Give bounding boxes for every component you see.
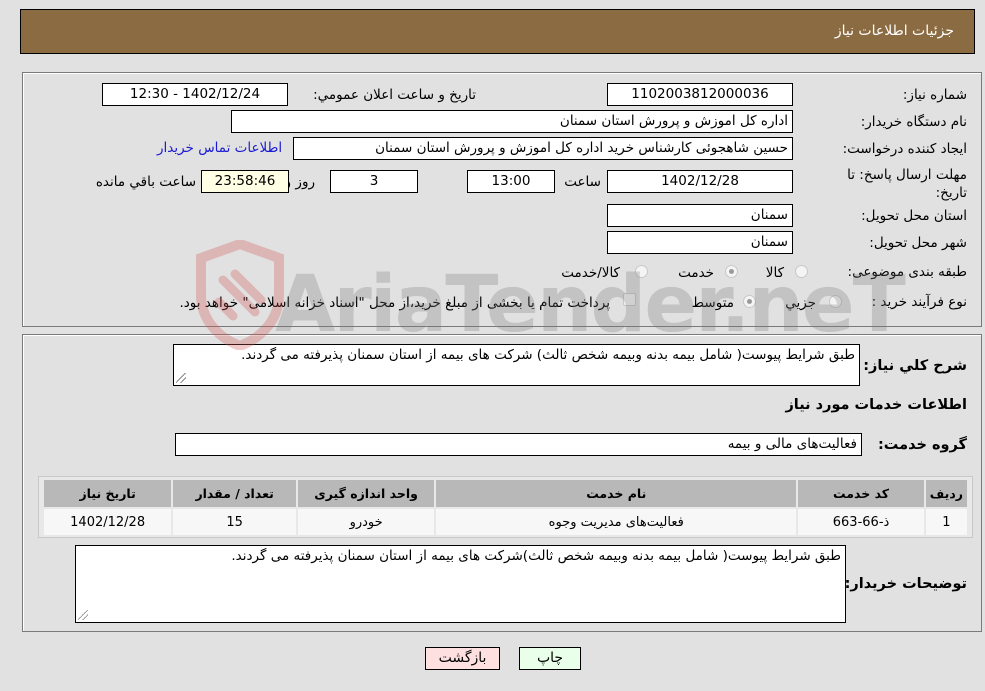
summary-label: شرح کلي نياز: — [863, 358, 967, 374]
cell-service-name: فعالیت‌های مدیریت وجوه — [436, 509, 797, 535]
col-header-need-date: تاريخ نياز — [44, 480, 172, 509]
creator-field[interactable]: حسین شاهجوئی کارشناس خرید اداره کل اموزش… — [293, 137, 793, 160]
days-remaining-field[interactable]: 3 — [330, 170, 418, 193]
service-group-label: گروه خدمت: — [877, 437, 967, 453]
col-header-service-code: کد خدمت — [798, 480, 924, 509]
process-option-minor: جزيي — [785, 295, 816, 311]
category-label: طبقه بندی موضوعی: — [847, 264, 967, 280]
announce-label: تاريخ و ساعت اعلان عمومي: — [313, 87, 476, 103]
process-option-medium: متوسط — [691, 295, 734, 311]
announce-field[interactable]: 1402/12/24 - 12:30 — [102, 83, 288, 106]
deadline-time-field[interactable]: 13:00 — [467, 170, 555, 193]
city-field[interactable]: سمنان — [607, 231, 793, 254]
page-header: جزئیات اطلاعات نیاز — [20, 9, 975, 54]
buyer-contact-link[interactable]: اطلاعات تماس خريدار — [157, 140, 282, 156]
buyer-notes-label: توضيحات خريدار: — [844, 576, 967, 592]
category-option-goods: کالا — [765, 265, 784, 281]
resize-grip-icon[interactable] — [176, 373, 186, 383]
remaining-time-field[interactable]: 23:58:46 — [201, 170, 289, 193]
cell-need-date: 1402/12/28 — [44, 509, 172, 535]
col-header-service-name: نام خدمت — [436, 480, 797, 509]
creator-label: ايجاد کننده درخواست: — [842, 141, 967, 157]
col-header-quantity: تعداد / مقدار — [173, 480, 297, 509]
treasury-payment-checkbox[interactable] — [623, 293, 636, 306]
need-number-label: شماره نیاز: — [902, 87, 967, 103]
table-row: 1 ذ-66-663 فعالیت‌های مدیریت وجوه خودرو … — [44, 509, 967, 535]
category-radio-service[interactable] — [725, 265, 738, 278]
print-button[interactable]: چاپ — [519, 647, 581, 670]
remaining-time-label: ساعت باقي مانده — [95, 174, 196, 190]
cell-quantity: 15 — [173, 509, 297, 535]
buyer-notes-textarea[interactable]: طبق شرایط پیوست( شامل بیمه بدنه وبیمه شخ… — [75, 545, 846, 623]
treasury-payment-note: پرداخت تمام يا بخشی از مبلغ خريد،از محل … — [179, 295, 610, 311]
city-label: شهر محل تحويل: — [869, 235, 967, 251]
cell-service-code: ذ-66-663 — [798, 509, 924, 535]
buyer-org-field[interactable]: اداره کل اموزش و پرورش استان سمنان — [231, 110, 793, 133]
cell-unit: خودرو — [298, 509, 435, 535]
services-table: رديف کد خدمت نام خدمت واحد اندازه گيری ت… — [42, 480, 969, 535]
services-table-container: رديف کد خدمت نام خدمت واحد اندازه گيری ت… — [38, 476, 973, 538]
province-label: استان محل تحويل: — [861, 208, 967, 224]
province-field[interactable]: سمنان — [607, 204, 793, 227]
page-title: جزئیات اطلاعات نیاز — [834, 23, 954, 39]
category-radio-goods[interactable] — [795, 265, 808, 278]
resize-grip-icon[interactable] — [78, 610, 88, 620]
table-header-row: رديف کد خدمت نام خدمت واحد اندازه گيری ت… — [44, 480, 967, 509]
deadline-time-label: ساعت — [564, 174, 601, 190]
cell-row-number: 1 — [925, 509, 967, 535]
need-number-field[interactable]: 1102003812000036 — [607, 83, 793, 106]
col-header-unit: واحد اندازه گيری — [298, 480, 435, 509]
summary-text: طبق شرایط پیوست( شامل بیمه بدنه وبیمه شخ… — [241, 347, 855, 363]
col-header-row-number: رديف — [925, 480, 967, 509]
deadline-date-field[interactable]: 1402/12/28 — [607, 170, 793, 193]
deadline-label: مهلت ارسال پاسخ: تا تاريخ: — [847, 167, 967, 201]
category-option-service: خدمت — [678, 265, 714, 281]
buyer-notes-text: طبق شرایط پیوست( شامل بیمه بدنه وبیمه شخ… — [231, 548, 841, 564]
process-type-label: نوع فرآيند خريد : — [871, 294, 967, 310]
buyer-org-label: نام دستگاه خريدار: — [860, 114, 967, 130]
process-radio-medium[interactable] — [743, 295, 756, 308]
service-group-field[interactable]: فعالیت‌های مالی و بیمه — [175, 433, 862, 456]
days-label: روز و — [284, 174, 315, 190]
category-option-goods-service: کالا/خدمت — [561, 265, 620, 281]
services-heading: اطلاعات خدمات مورد نياز — [785, 397, 967, 413]
category-radio-goods-service[interactable] — [635, 265, 648, 278]
back-button[interactable]: بازگشت — [425, 647, 500, 670]
summary-textarea[interactable]: طبق شرایط پیوست( شامل بیمه بدنه وبیمه شخ… — [173, 344, 860, 386]
process-radio-minor[interactable] — [829, 295, 842, 308]
